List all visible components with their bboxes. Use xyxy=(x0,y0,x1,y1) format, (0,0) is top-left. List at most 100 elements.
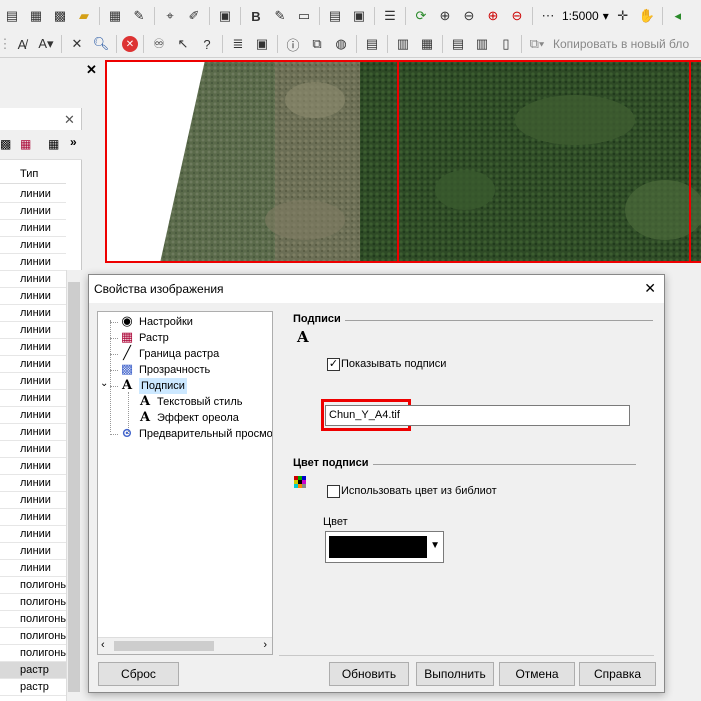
zoom-out-icon[interactable]: ⊖ xyxy=(459,6,479,26)
table-icon[interactable]: ▥ xyxy=(393,34,413,54)
help-button[interactable]: Справка xyxy=(579,662,656,686)
tree-item[interactable]: A Текстовый стиль xyxy=(138,394,243,410)
back-icon[interactable]: ◂ xyxy=(668,6,688,26)
zoom-in-red-icon[interactable]: ⊕ xyxy=(483,6,503,26)
table-row[interactable]: линии xyxy=(0,356,66,373)
map-view[interactable] xyxy=(105,60,701,263)
doc3-icon[interactable]: ▣ xyxy=(349,6,369,26)
show-labels-checkbox[interactable]: ✓ xyxy=(327,358,340,371)
info-icon[interactable]: ⓘ xyxy=(283,34,303,54)
dialog-close-icon[interactable]: ✕ xyxy=(644,280,656,297)
scroll-left-icon[interactable]: ‹ xyxy=(101,639,105,651)
table-row[interactable]: полигоны xyxy=(0,594,66,611)
table-row[interactable]: полигоны xyxy=(0,577,66,594)
scroll-right-icon[interactable]: › xyxy=(263,639,267,651)
table-row[interactable]: линии xyxy=(0,560,66,577)
save-icon[interactable]: ▣ xyxy=(215,6,235,26)
tree-item[interactable]: ╱ Граница растра xyxy=(120,346,219,362)
tree-item[interactable]: ▩ Прозрачность xyxy=(120,362,210,378)
layer-icon[interactable]: ▤ xyxy=(2,6,22,26)
binoculars-icon[interactable]: ♾ xyxy=(149,34,169,54)
table-row[interactable]: линии xyxy=(0,322,66,339)
checker-icon[interactable]: ▩ xyxy=(50,6,70,26)
cancel-button[interactable]: Отмена xyxy=(499,662,575,686)
grid-icon[interactable]: ▦ xyxy=(48,137,59,151)
palette-icon[interactable]: ▩ xyxy=(0,137,11,151)
more-icon[interactable]: » xyxy=(70,135,77,149)
table-row[interactable]: линии xyxy=(0,373,66,390)
layer-add-icon[interactable]: ▦ xyxy=(26,6,46,26)
table-row[interactable]: растр xyxy=(0,662,66,679)
table-row[interactable]: полигоны xyxy=(0,628,66,645)
legend-icon[interactable]: ≣ xyxy=(228,34,248,54)
table-row[interactable]: растр xyxy=(0,679,66,696)
label-text-input[interactable]: Chun_Y_A4.tif xyxy=(325,405,630,426)
chevron-down-icon[interactable]: ▾ xyxy=(603,9,609,23)
layout2-icon[interactable]: ▥ xyxy=(472,34,492,54)
color-picker[interactable]: ▼ xyxy=(325,531,444,563)
raster-icon[interactable]: ▦ xyxy=(20,137,31,151)
zoom-out-red-icon[interactable]: ⊖ xyxy=(507,6,527,26)
column-header-type[interactable]: Тип xyxy=(0,164,66,184)
refresh-icon[interactable]: ⟳ xyxy=(411,6,431,26)
table-row[interactable]: линии xyxy=(0,203,66,220)
edit-icon[interactable]: ✎ xyxy=(129,6,149,26)
table-row[interactable]: полигоны xyxy=(0,611,66,628)
table-row[interactable]: полигоны xyxy=(0,645,66,662)
table-row[interactable]: линии xyxy=(0,237,66,254)
update-button[interactable]: Обновить xyxy=(329,662,409,686)
layout-icon[interactable]: ▤ xyxy=(448,34,468,54)
text-tool2-icon[interactable]: A▾ xyxy=(36,34,56,54)
search-icon[interactable]: 🔍︎ xyxy=(91,34,111,54)
stop-icon[interactable]: ✕ xyxy=(122,36,138,52)
tree-item[interactable]: A Эффект ореола xyxy=(138,410,239,426)
select-icon[interactable]: ⌖ xyxy=(160,6,180,26)
table-row[interactable]: линии xyxy=(0,441,66,458)
close-icon[interactable]: ✕ xyxy=(86,62,97,78)
plus-icon[interactable]: ✛ xyxy=(613,6,633,26)
table-row[interactable]: линии xyxy=(0,186,66,203)
table-row[interactable]: линии xyxy=(0,407,66,424)
edit2-icon[interactable]: ✎ xyxy=(270,6,290,26)
table-row[interactable]: линии xyxy=(0,475,66,492)
query-icon[interactable]: ? xyxy=(197,34,217,54)
table-row[interactable]: линии xyxy=(0,339,66,356)
doc2-icon[interactable]: ▤ xyxy=(325,6,345,26)
expand-chevron-icon[interactable]: ⌄ xyxy=(100,378,108,389)
cross-icon[interactable]: ✕ xyxy=(67,34,87,54)
text-tool-icon[interactable]: A̸ xyxy=(12,34,32,54)
table-row[interactable]: линии xyxy=(0,458,66,475)
table2-icon[interactable]: ▦ xyxy=(417,34,437,54)
table-row[interactable]: линии xyxy=(0,543,66,560)
copy-icon[interactable]: ⧉ xyxy=(307,34,327,54)
table-row[interactable]: линии xyxy=(0,288,66,305)
zoom-in-icon[interactable]: ⊕ xyxy=(435,6,455,26)
table-row[interactable]: линии xyxy=(0,509,66,526)
copy-block-icon[interactable]: ⧉▾ xyxy=(527,34,547,54)
table-row[interactable]: линии xyxy=(0,254,66,271)
scrollbar-thumb[interactable] xyxy=(114,641,214,651)
chevron-down-icon[interactable]: ▼ xyxy=(430,540,440,551)
hand-icon[interactable]: ✋ xyxy=(637,6,657,26)
table-row[interactable]: линии xyxy=(0,492,66,509)
table-row[interactable]: линии xyxy=(0,424,66,441)
reset-button[interactable]: Сброс xyxy=(98,662,179,686)
grid-icon[interactable]: ▦ xyxy=(105,6,125,26)
doc-list-icon[interactable]: ▤ xyxy=(362,34,382,54)
close-icon[interactable]: ✕ xyxy=(64,112,75,128)
apply-button[interactable]: Выполнить xyxy=(416,662,494,686)
tree-scrollbar[interactable]: ‹ › xyxy=(98,637,272,654)
tree-item[interactable]: ▦ Растр xyxy=(120,330,169,346)
table-row[interactable]: линии xyxy=(0,390,66,407)
layout3-icon[interactable]: ▯ xyxy=(496,34,516,54)
table-row[interactable]: линии xyxy=(0,526,66,543)
pointer-icon[interactable]: ↖ xyxy=(173,34,193,54)
tree-item[interactable]: A Подписи xyxy=(120,378,187,394)
scrollbar-thumb[interactable] xyxy=(68,282,80,692)
doc-icon[interactable]: ▭ xyxy=(294,6,314,26)
tree-item[interactable]: ⊙ Предварительный просмо xyxy=(120,426,272,442)
globe-icon[interactable]: ◍ xyxy=(331,34,351,54)
pen-icon[interactable]: ✐ xyxy=(184,6,204,26)
use-library-color-checkbox[interactable] xyxy=(327,485,340,498)
list-icon[interactable]: ☰ xyxy=(380,6,400,26)
